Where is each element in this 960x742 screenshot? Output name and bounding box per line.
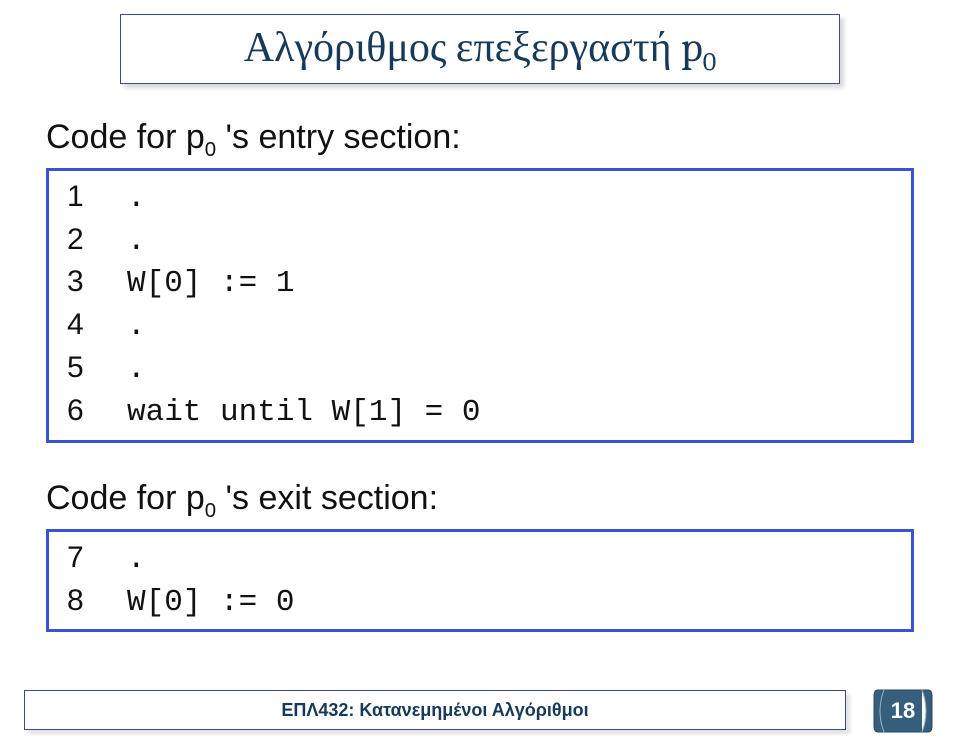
footer-box: ΕΠΛ432: Κατανεμημένοι Αλγόριθμοι	[24, 690, 846, 730]
code-row: 7 .	[67, 538, 891, 581]
code-row: 5 .	[67, 348, 891, 391]
entry-heading-sub: 0	[205, 139, 216, 161]
exit-section-heading: Code for p0 's exit section:	[46, 479, 914, 523]
footer-text: ΕΠΛ432: Κατανεμημένοι Αλγόριθμοι	[281, 700, 588, 721]
title-sub: 0	[703, 47, 716, 77]
line-number: 6	[67, 391, 107, 432]
exit-heading-prefix: Code for p	[46, 479, 205, 517]
slide: Αλγόριθμος επεξεργαστή p0 Code for p0 's…	[0, 0, 960, 742]
entry-code-box: 1 . 2 . 3 W[0] := 1 4 . 5 . 6 wait until…	[46, 168, 914, 443]
slide-title: Αλγόριθμος επεξεργαστή p0	[145, 23, 815, 77]
line-number: 1	[67, 177, 107, 218]
exit-heading-suffix: 's exit section:	[216, 479, 438, 517]
line-number: 8	[67, 581, 107, 622]
code-row: 3 W[0] := 1	[67, 262, 891, 305]
code-text: .	[127, 539, 891, 581]
code-row: 1 .	[67, 177, 891, 220]
title-text: Αλγόριθμος επεξεργαστή p	[244, 23, 703, 72]
line-number: 7	[67, 538, 107, 579]
entry-heading-suffix: 's entry section:	[216, 118, 461, 156]
exit-code-box: 7 . 8 W[0] := 0	[46, 529, 914, 633]
code-text: .	[127, 178, 891, 220]
code-text: wait until W[1] = 0	[127, 392, 891, 434]
footer: ΕΠΛ432: Κατανεμημένοι Αλγόριθμοι 18	[0, 680, 960, 742]
line-number: 2	[67, 220, 107, 261]
line-number: 5	[67, 348, 107, 389]
code-row: 2 .	[67, 220, 891, 263]
entry-heading-prefix: Code for p	[46, 118, 205, 156]
code-row: 6 wait until W[1] = 0	[67, 391, 891, 434]
entry-section-heading: Code for p0 's entry section:	[46, 118, 914, 162]
exit-heading-sub: 0	[205, 500, 216, 522]
code-text: W[0] := 0	[127, 582, 891, 624]
code-row: 4 .	[67, 305, 891, 348]
code-text: .	[127, 221, 891, 263]
line-number: 4	[67, 305, 107, 346]
line-number: 3	[67, 262, 107, 303]
page-badge: 18	[870, 686, 936, 736]
page-number: 18	[891, 698, 915, 724]
code-text: .	[127, 306, 891, 348]
content-area: Code for p0 's entry section: 1 . 2 . 3 …	[46, 108, 914, 668]
title-box: Αλγόριθμος επεξεργαστή p0	[120, 14, 840, 84]
code-row: 8 W[0] := 0	[67, 581, 891, 624]
code-text: W[0] := 1	[127, 263, 891, 305]
code-text: .	[127, 349, 891, 391]
